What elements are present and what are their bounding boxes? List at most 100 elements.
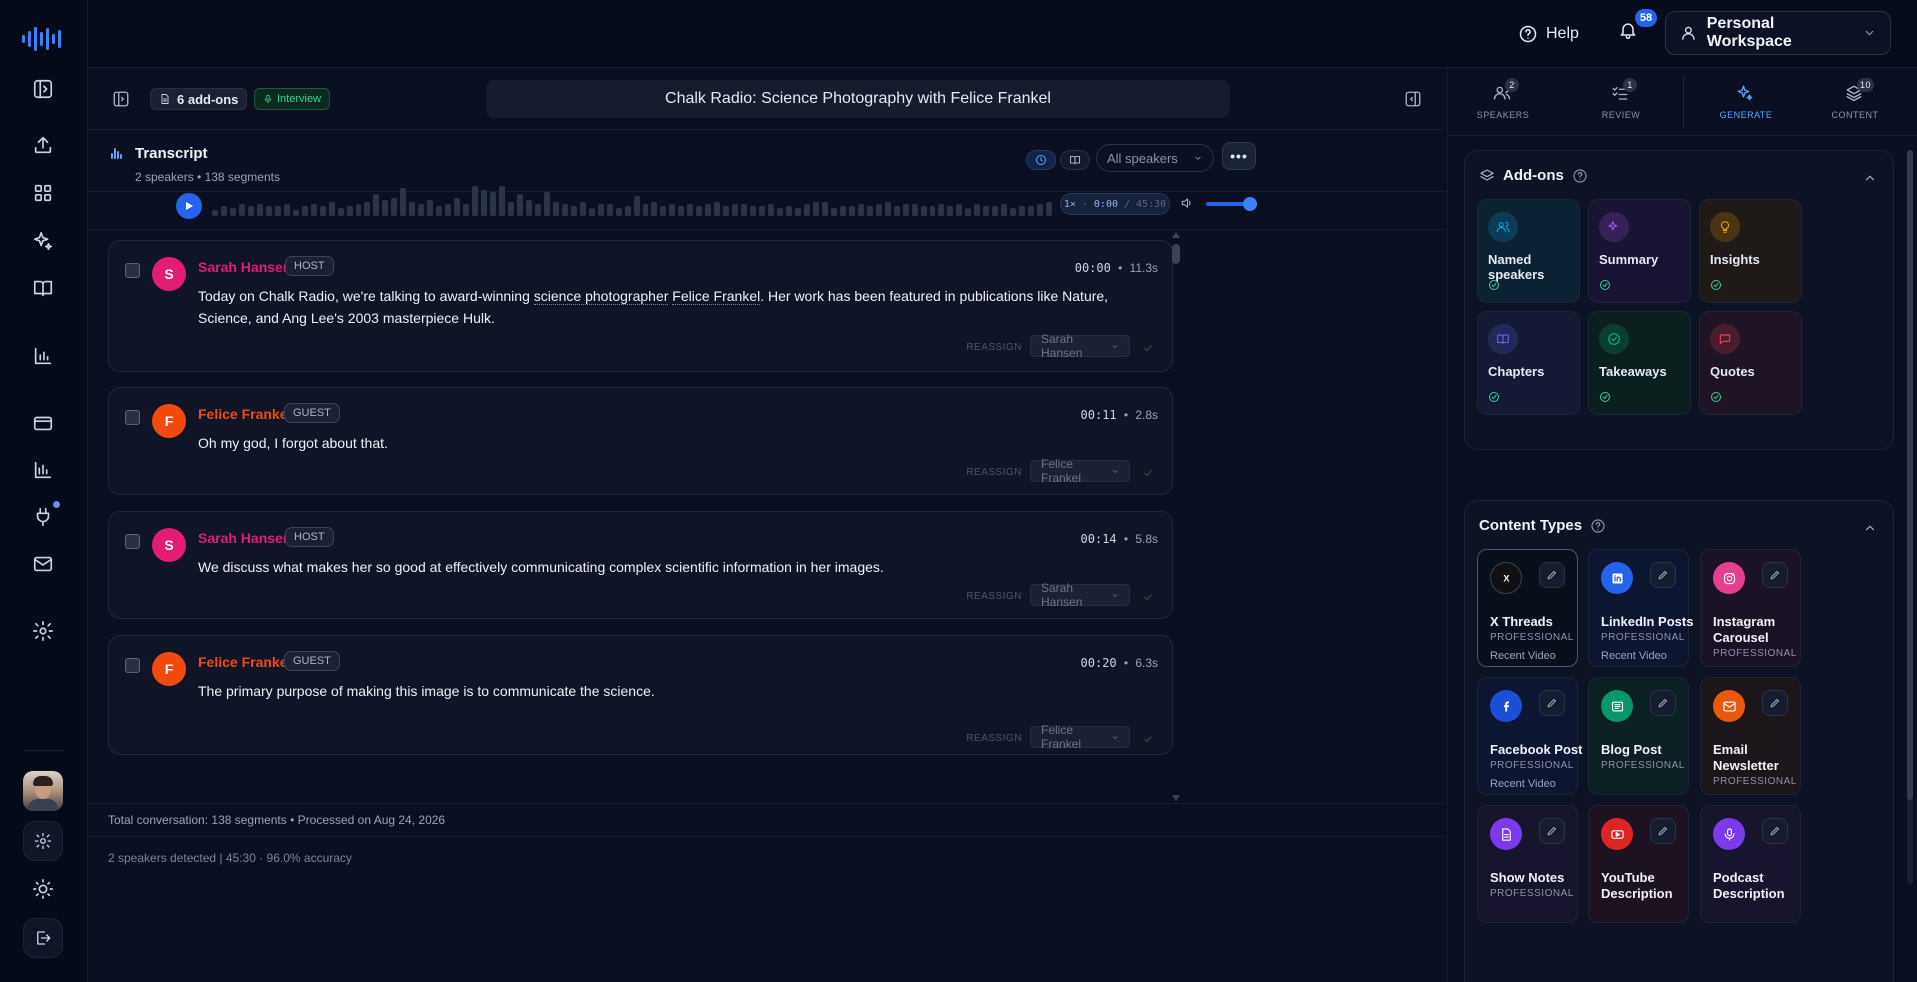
segment-checkbox[interactable] [125, 534, 140, 549]
segment-keyword-link[interactable]: science photographer [533, 288, 669, 305]
content-type-tile[interactable]: Blog Post PROFESSIONAL [1588, 677, 1689, 795]
content-type-tile[interactable]: Instagram Carousel PROFESSIONAL [1700, 549, 1801, 667]
transcript-segment[interactable]: S Sarah Hansen HOST 00:00 • 11.3s Today … [108, 240, 1173, 372]
edit-template-button[interactable] [1650, 690, 1676, 716]
transcript-segment[interactable]: S Sarah Hansen HOST 00:14 • 5.8s We disc… [108, 511, 1173, 619]
addons-collapse-button[interactable] [1863, 171, 1877, 185]
segment-text-block[interactable]: The primary purpose of making this image… [198, 680, 1142, 702]
panel-left-icon[interactable] [112, 90, 130, 108]
segment-checkbox[interactable] [125, 263, 140, 278]
volume-slider-handle[interactable] [1243, 197, 1257, 211]
reading-mode-toggle[interactable] [1060, 150, 1090, 170]
content-type-tile[interactable]: Show Notes PROFESSIONAL [1477, 805, 1578, 923]
reassign-speaker-select[interactable]: Felice Frankel [1030, 457, 1130, 485]
linkedin-icon [1601, 562, 1633, 594]
content-type-tile[interactable]: Email Newsletter PROFESSIONAL [1700, 677, 1801, 795]
addon-tile[interactable]: Named speakers [1477, 199, 1580, 303]
addon-tile[interactable]: Insights [1699, 199, 1802, 303]
addon-tile[interactable]: Quotes [1699, 311, 1802, 415]
pencil-icon [1770, 699, 1779, 708]
addons-chip[interactable]: 6 add-ons [150, 88, 248, 110]
upload-icon[interactable] [28, 130, 58, 160]
edit-template-button[interactable] [1762, 818, 1788, 844]
tab-generate[interactable]: GENERATE [1691, 68, 1801, 136]
panel-right-icon[interactable] [1404, 90, 1422, 108]
edit-template-button[interactable] [1762, 562, 1788, 588]
segment-timestamp[interactable]: 00:11 • 2.8s [1081, 408, 1158, 422]
sparkles-icon[interactable] [28, 226, 58, 256]
chart-icon[interactable] [28, 341, 58, 371]
speaker-name[interactable]: Sarah Hansen [198, 530, 291, 546]
more-options-button[interactable]: ••• [1222, 142, 1256, 170]
content-type-tile[interactable]: LinkedIn Posts PROFESSIONAL Recent Video [1588, 549, 1693, 667]
segment-checkbox[interactable] [125, 410, 140, 425]
confirm-check-icon[interactable] [1142, 732, 1154, 744]
segment-text-block[interactable]: Oh my god, I forgot about that. [198, 432, 1142, 454]
speaker-name[interactable]: Felice Frankel [198, 654, 291, 670]
logout-button[interactable] [23, 918, 63, 958]
playback-time[interactable]: 1× · 0:00 / 45:30 [1060, 193, 1170, 215]
content-type-tile[interactable]: YouTube Description [1588, 805, 1689, 923]
reassign-speaker-select[interactable]: Felice Frankel [1030, 723, 1130, 751]
confirm-check-icon[interactable] [1142, 590, 1154, 602]
segment-checkbox[interactable] [125, 658, 140, 673]
transcript-scrollbar[interactable] [1170, 230, 1182, 803]
workspace-selector[interactable]: Personal Workspace [1665, 11, 1891, 55]
confirm-check-icon[interactable] [1142, 466, 1154, 478]
speaker-role-badge: GUEST [284, 651, 340, 671]
content-type-tile[interactable]: Facebook Post PROFESSIONAL Recent Video [1477, 677, 1582, 795]
notifications-button[interactable]: 58 [1618, 9, 1657, 46]
content-type-tile[interactable]: X X Threads PROFESSIONAL Recent Video [1477, 549, 1578, 667]
help-button[interactable]: Help [1518, 20, 1579, 48]
reassign-speaker-select[interactable]: Sarah Hansen [1030, 332, 1130, 360]
addon-tile[interactable]: Summary [1588, 199, 1691, 303]
transcript-segment[interactable]: F Felice Frankel GUEST 00:11 • 2.8s Oh m… [108, 387, 1173, 495]
speaker-name[interactable]: Sarah Hansen [198, 259, 291, 275]
sidebar-toggle-icon[interactable] [28, 74, 58, 104]
book-open-icon[interactable] [28, 273, 58, 303]
edit-template-button[interactable] [1539, 690, 1565, 716]
waveform[interactable] [212, 186, 1053, 216]
segment-timestamp[interactable]: 00:20 • 6.3s [1081, 656, 1158, 670]
edit-template-button[interactable] [1539, 818, 1565, 844]
volume-icon[interactable] [1180, 196, 1196, 212]
tab-content[interactable]: 10 CONTENT [1800, 68, 1910, 136]
credit-card-icon[interactable] [28, 408, 58, 438]
content-types-collapse-button[interactable] [1863, 521, 1877, 535]
addon-tile[interactable]: Takeaways [1588, 311, 1691, 415]
content-type-tile[interactable]: Podcast Description [1700, 805, 1801, 923]
timestamps-toggle[interactable] [1026, 150, 1056, 170]
segment-timestamp[interactable]: 00:00 • 11.3s [1075, 261, 1158, 275]
sun-icon[interactable] [28, 874, 58, 904]
reassign-speaker-select[interactable]: Sarah Hansen [1030, 581, 1130, 609]
edit-template-button[interactable] [1650, 818, 1676, 844]
account-settings-button[interactable] [23, 821, 63, 861]
segment-text-block[interactable]: We discuss what makes her so good at eff… [198, 556, 1142, 578]
settings-icon[interactable] [28, 616, 58, 646]
reassign-label: REASSIGN [966, 342, 1022, 353]
edit-template-button[interactable] [1539, 562, 1565, 588]
tab-review[interactable]: 1 REVIEW [1566, 68, 1676, 136]
chevron-down-icon [1195, 156, 1201, 160]
right-panel-scrollbar[interactable] [1907, 150, 1913, 884]
segment-timestamp[interactable]: 00:14 • 5.8s [1081, 532, 1158, 546]
episode-title[interactable]: Chalk Radio: Science Photography with Fe… [486, 80, 1230, 118]
addon-tile[interactable]: Chapters [1477, 311, 1580, 415]
segment-text-block[interactable]: Today on Chalk Radio, we're talking to a… [198, 285, 1142, 329]
play-button[interactable] [176, 193, 202, 219]
segment-keyword-link[interactable]: Felice Frankel [672, 288, 761, 305]
speaker-name[interactable]: Felice Frankel [198, 406, 291, 422]
logo-icon[interactable] [22, 24, 66, 54]
tab-speakers[interactable]: 2 SPEAKERS [1448, 68, 1558, 136]
bar-chart-icon[interactable] [28, 455, 58, 485]
edit-template-button[interactable] [1650, 562, 1676, 588]
transcript-segment[interactable]: F Felice Frankel GUEST 00:20 • 6.3s The … [108, 635, 1173, 755]
edit-template-button[interactable] [1762, 690, 1788, 716]
playback-speed[interactable]: 1× [1064, 199, 1076, 210]
grid-icon[interactable] [28, 178, 58, 208]
mail-icon[interactable] [28, 549, 58, 579]
pencil-icon [1547, 571, 1556, 580]
confirm-check-icon[interactable] [1142, 341, 1154, 353]
avatar[interactable] [23, 771, 63, 811]
speaker-filter-select[interactable]: All speakers [1096, 144, 1214, 172]
